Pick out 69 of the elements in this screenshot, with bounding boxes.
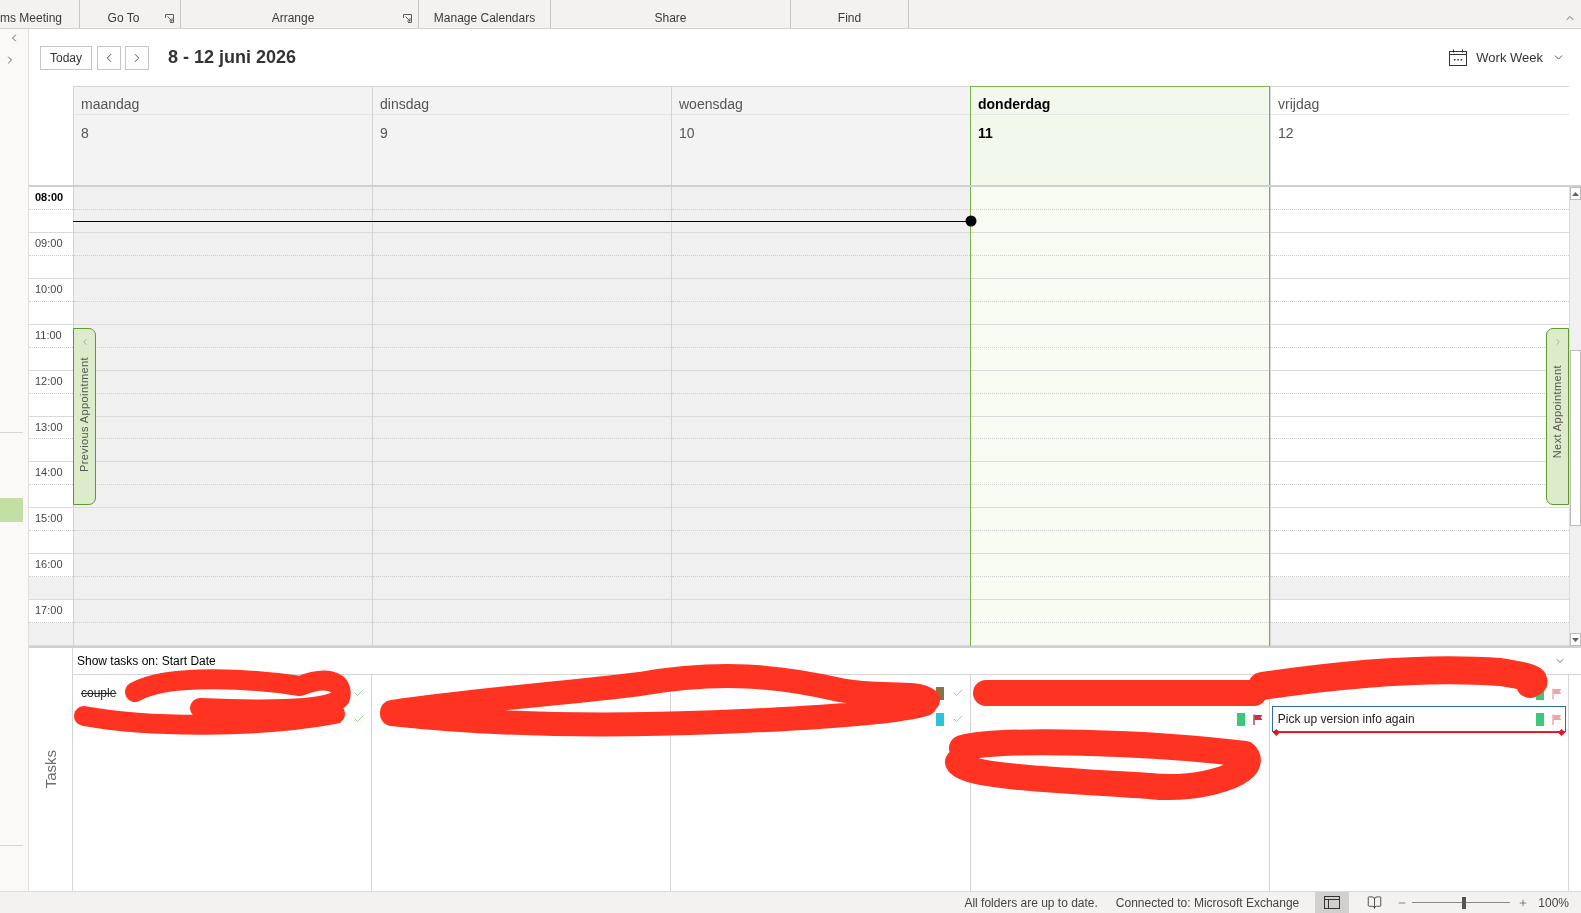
- next-appointment-tab[interactable]: Next Appointment: [1546, 328, 1569, 505]
- highlight-bar: [0, 498, 23, 522]
- check-icon[interactable]: [951, 713, 964, 725]
- previous-week-button[interactable]: [97, 45, 122, 70]
- triangle-down-icon: [1572, 637, 1579, 642]
- time-label: 15:00: [34, 511, 64, 526]
- day-name: dinsdag: [380, 96, 430, 112]
- ribbon-group-label: Arrange: [270, 11, 316, 25]
- day-header[interactable]: vrijdag 12: [1270, 86, 1569, 185]
- day-column[interactable]: [372, 187, 671, 646]
- day-header[interactable]: maandag 8: [73, 86, 372, 185]
- dialog-launcher-icon[interactable]: [165, 14, 174, 23]
- day-number: 10: [679, 125, 695, 141]
- time-label: 12:00: [34, 373, 64, 388]
- date-range-title: 8 - 12 juni 2026: [168, 46, 297, 69]
- triangle-up-icon: [1572, 191, 1579, 196]
- zoom-slider-thumb[interactable]: [1462, 896, 1467, 909]
- zoom-in-icon[interactable]: [1518, 897, 1529, 908]
- sync-status: All folders are up to date.: [964, 894, 1098, 912]
- check-icon[interactable]: [951, 687, 964, 699]
- time-label: 16:00: [34, 557, 64, 572]
- time-label: 17:00: [34, 603, 64, 618]
- day-number: 8: [81, 125, 89, 141]
- day-name: maandag: [81, 96, 140, 112]
- connection-status: Connected to: Microsoft Exchange: [1115, 894, 1300, 912]
- day-header[interactable]: woensdag 10: [671, 86, 970, 185]
- ribbon-group-label: ms Meeting: [0, 11, 63, 25]
- normal-view-button[interactable]: [1315, 892, 1350, 913]
- task-filter-label: Show tasks on: Start Date: [77, 653, 216, 670]
- task-item[interactable]: couple: [75, 680, 370, 706]
- normal-view-icon: [1324, 896, 1341, 909]
- day-column[interactable]: [671, 187, 970, 646]
- zoom-percentage: 100%: [1538, 894, 1569, 912]
- next-week-button[interactable]: [125, 45, 150, 70]
- scrollbar-thumb[interactable]: [1570, 350, 1581, 526]
- day-number: 9: [380, 125, 388, 141]
- day-name: woensdag: [679, 96, 743, 112]
- previous-appointment-tab[interactable]: Previous Appointment: [73, 328, 96, 505]
- time-label: 10:00: [34, 281, 64, 296]
- ribbon-group-label: Manage Calendars: [432, 11, 537, 25]
- day-column[interactable]: [73, 187, 372, 646]
- scroll-down-button[interactable]: [1570, 633, 1581, 646]
- tasks-pane-label: Tasks: [41, 750, 60, 789]
- calendar-icon: [1449, 49, 1468, 66]
- time-label: 09:00: [34, 235, 64, 250]
- day-header[interactable]: dinsdag 9: [372, 86, 671, 185]
- time-label: 14:00: [34, 465, 64, 480]
- scroll-up-button[interactable]: [1570, 187, 1581, 200]
- today-button[interactable]: Today: [40, 45, 93, 70]
- dialog-launcher-icon[interactable]: [403, 14, 412, 23]
- scrollbar-track[interactable]: [1569, 187, 1581, 646]
- time-label: 11:00: [34, 327, 63, 342]
- day-number: 11: [978, 125, 993, 141]
- day-number: 12: [1278, 125, 1294, 141]
- flag-icon[interactable]: [1252, 713, 1263, 725]
- day-column[interactable]: [970, 187, 1270, 646]
- day-name: vrijdag: [1278, 96, 1320, 112]
- ribbon-group-label: Share: [653, 11, 688, 25]
- ribbon-group-label: Find: [836, 11, 863, 25]
- check-icon[interactable]: [353, 687, 366, 699]
- ribbon-group-label: Go To: [106, 11, 141, 25]
- time-label: 08:00: [34, 190, 65, 204]
- day-header[interactable]: donderdag 11: [970, 86, 1270, 185]
- day-name: donderdag: [978, 96, 1051, 112]
- view-dropdown[interactable]: Work Week: [1449, 47, 1565, 68]
- zoom-slider-track[interactable]: [1412, 896, 1511, 909]
- time-label: 13:00: [34, 419, 64, 434]
- check-icon[interactable]: [353, 713, 366, 725]
- book-icon: [1366, 895, 1382, 910]
